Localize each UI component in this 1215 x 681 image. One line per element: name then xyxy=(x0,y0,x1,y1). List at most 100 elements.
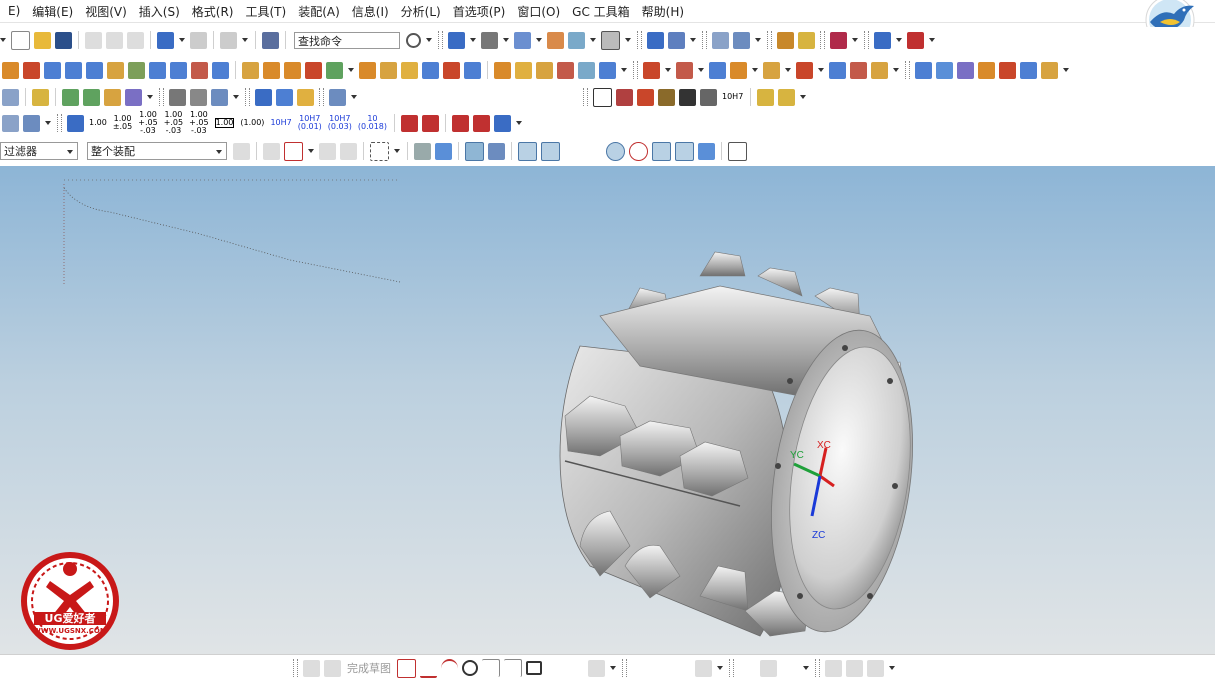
shaded-cube-icon[interactable] xyxy=(514,31,531,49)
redo-icon[interactable] xyxy=(190,31,207,49)
rib-icon[interactable] xyxy=(578,61,595,79)
thread-icon[interactable] xyxy=(212,61,229,79)
inferred-constraints-icon[interactable] xyxy=(867,659,884,677)
toolbar-grip[interactable] xyxy=(583,88,588,106)
drawing-sheet-icon[interactable] xyxy=(255,88,272,106)
layout-icon[interactable] xyxy=(448,31,465,49)
dropdown-arrow-icon[interactable] xyxy=(752,68,758,72)
search-icon[interactable] xyxy=(406,32,421,48)
hole-icon[interactable] xyxy=(128,61,145,79)
dropdown-arrow-icon[interactable] xyxy=(889,666,895,670)
save-icon[interactable] xyxy=(55,31,72,49)
pad-icon[interactable] xyxy=(191,61,208,79)
dimension-sketch-icon[interactable] xyxy=(695,659,712,677)
toolbar-grip[interactable] xyxy=(438,31,443,49)
cut-icon[interactable] xyxy=(85,31,102,49)
intersection-icon[interactable] xyxy=(585,142,602,160)
analysis-icon[interactable] xyxy=(830,31,847,49)
dropdown-arrow-icon[interactable] xyxy=(929,38,935,42)
menu-format[interactable]: 格式(R) xyxy=(192,3,234,20)
menu-window[interactable]: 窗口(O) xyxy=(517,3,560,20)
existing-point-icon[interactable] xyxy=(652,141,671,161)
diameter-slash-icon[interactable] xyxy=(473,114,491,132)
dropdown-arrow-icon[interactable] xyxy=(800,95,807,99)
tolerance-none[interactable]: 1.00 xyxy=(89,119,107,127)
snap-control-icon[interactable] xyxy=(488,142,505,160)
datum-feature-icon[interactable] xyxy=(700,88,717,106)
select-body-icon[interactable] xyxy=(340,142,357,160)
menu-preferences[interactable]: 首选项(P) xyxy=(453,3,506,20)
tolerance-limit-3[interactable]: 1.00 +.05 -.03 xyxy=(164,111,183,135)
tolerance-limit-1[interactable]: 1.00 ±.05 xyxy=(113,115,132,131)
orient-view-icon[interactable] xyxy=(647,31,664,49)
table-icon[interactable] xyxy=(616,88,633,106)
component-select-icon[interactable] xyxy=(435,142,452,160)
command-search-input[interactable]: 查找命令 xyxy=(294,31,400,49)
selection-scope-select[interactable]: 整个装配 xyxy=(87,142,227,160)
type-filter-select[interactable]: 过滤器 xyxy=(0,142,78,160)
fillet-icon[interactable] xyxy=(482,659,500,677)
draft-icon[interactable] xyxy=(464,61,481,79)
dropdown-arrow-icon[interactable] xyxy=(470,38,476,42)
graphics-window[interactable]: XC YC ZC UG爱好者 WWW.UGSNX.COM xyxy=(0,166,1215,654)
chamfer-sketch-icon[interactable] xyxy=(504,659,522,677)
dropdown-arrow-icon[interactable] xyxy=(690,38,696,42)
base-view-icon[interactable] xyxy=(276,88,293,106)
paste-icon[interactable] xyxy=(127,31,144,49)
general-selection-icon[interactable] xyxy=(233,142,250,160)
revolve-icon[interactable] xyxy=(23,61,40,79)
tolerance-fit-value-2[interactable]: 10H7 (0.03) xyxy=(328,115,352,131)
reset-icon[interactable] xyxy=(494,114,512,132)
tolerance-fit-value-3[interactable]: 10 (0.018) xyxy=(358,115,387,131)
symbol-icon[interactable] xyxy=(757,88,775,106)
spline-icon[interactable] xyxy=(211,88,228,106)
sew-icon[interactable] xyxy=(1020,61,1037,79)
new-component-icon[interactable] xyxy=(62,88,79,106)
extrude-icon[interactable] xyxy=(2,61,19,79)
delete-face-icon[interactable] xyxy=(709,61,726,79)
radius-large-icon[interactable] xyxy=(422,114,440,132)
finish-sketch-button[interactable]: 完成草图 xyxy=(347,660,391,676)
move-face-icon[interactable] xyxy=(730,61,747,79)
point-on-face-icon[interactable] xyxy=(698,142,715,160)
dropdown-arrow-icon[interactable] xyxy=(179,38,185,42)
sprocket-model[interactable] xyxy=(559,251,930,641)
copy-icon[interactable] xyxy=(106,31,123,49)
menu-help[interactable]: 帮助(H) xyxy=(642,3,684,20)
toolbar-grip[interactable] xyxy=(637,31,642,49)
rectangle-icon[interactable] xyxy=(526,661,542,675)
control-point-icon[interactable] xyxy=(564,142,581,160)
dropdown-arrow-icon[interactable] xyxy=(755,38,761,42)
dropdown-arrow-icon[interactable] xyxy=(665,68,671,72)
pull-face-icon[interactable] xyxy=(763,61,780,79)
resize-blend-icon[interactable] xyxy=(796,61,813,79)
alternate-solution-icon[interactable] xyxy=(846,659,863,677)
tolerance-fit-value-1[interactable]: 10H7 (0.01) xyxy=(298,115,322,131)
dropdown-arrow-icon[interactable] xyxy=(818,68,824,72)
chamfer-icon[interactable] xyxy=(263,61,280,79)
dropdown-arrow-icon[interactable] xyxy=(1063,68,1069,72)
toolbar-grip[interactable] xyxy=(767,31,772,49)
quick-trim-icon[interactable] xyxy=(632,659,649,677)
mirror-icon[interactable] xyxy=(305,61,322,79)
toolbar-grip[interactable] xyxy=(622,659,627,677)
snap-point-icon[interactable] xyxy=(465,141,484,161)
dropdown-arrow-icon[interactable] xyxy=(625,38,631,42)
make-coaxial-icon[interactable] xyxy=(850,61,867,79)
dropdown-arrow-icon[interactable] xyxy=(503,38,509,42)
dropdown-arrow-icon[interactable] xyxy=(394,149,400,153)
block-icon[interactable] xyxy=(44,61,61,79)
menu-analysis[interactable]: 分析(L) xyxy=(401,3,441,20)
component-array-icon[interactable] xyxy=(125,88,142,106)
sketch-icon[interactable] xyxy=(303,659,320,677)
radius-dimension-icon[interactable] xyxy=(401,114,419,132)
dropdown-arrow-icon[interactable] xyxy=(426,38,432,42)
render-style-icon[interactable] xyxy=(481,31,498,49)
offset-face-icon[interactable] xyxy=(422,61,439,79)
toolbar-grip[interactable] xyxy=(702,31,707,49)
dropdown-arrow-icon[interactable] xyxy=(0,38,6,42)
tolerance-basic[interactable]: 1.00 xyxy=(214,118,235,128)
trim-body-icon[interactable] xyxy=(359,61,376,79)
point-sketch-icon[interactable] xyxy=(567,659,584,677)
cone-icon[interactable] xyxy=(86,61,103,79)
